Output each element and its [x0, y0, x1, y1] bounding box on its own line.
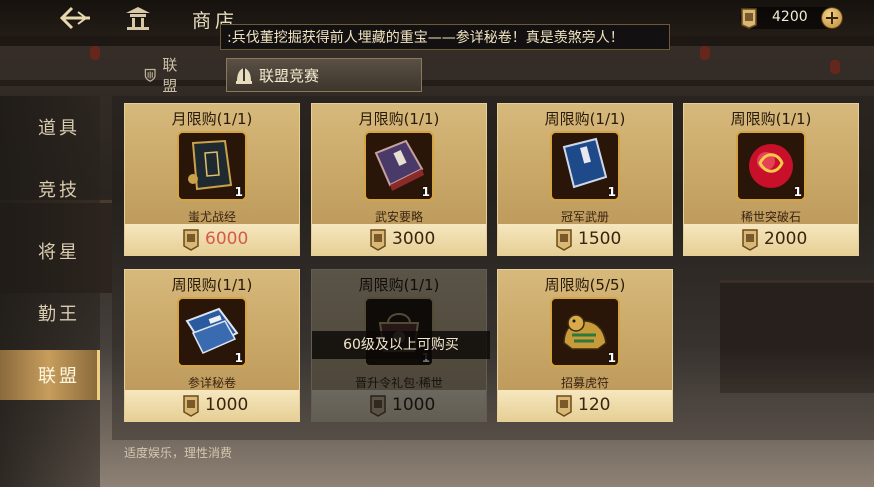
back-button[interactable] — [56, 4, 96, 32]
category-sidebar: 道具 竞技 将星 勤王 联盟 — [0, 96, 100, 487]
sidebar-item-label: 将星 — [38, 242, 80, 263]
currency-value: 4200 — [772, 9, 808, 25]
back-arrow-icon — [59, 6, 90, 30]
shop-item-card[interactable]: 月限购(1/1) 1 蚩尤战经 6000 — [124, 103, 300, 256]
item-price: 1000 — [205, 395, 249, 415]
league-token-icon — [738, 5, 760, 29]
sidebar-item-label: 竞技 — [38, 180, 80, 201]
marquee-text: :兵伐董挖掘获得前人埋藏的重宝——参详秘卷！真是羡煞旁人！ — [227, 30, 624, 46]
shop-pagoda-icon — [124, 5, 152, 31]
sidebar-item-arena[interactable]: 竞技 — [0, 164, 100, 214]
shop-item-card[interactable]: 周限购(1/1) 1 冠军武册 1500 — [497, 103, 673, 256]
league-shield-icon — [144, 68, 156, 82]
item-icon-wrapper: 1 — [364, 131, 434, 201]
price-bar: 1000 — [312, 390, 486, 421]
item-price: 1500 — [578, 229, 622, 249]
item-icon-wrapper: 1 — [550, 297, 620, 367]
contest-helmet-icon — [236, 68, 252, 84]
item-name: 晋升令礼包·稀世 — [355, 376, 443, 390]
price-bar: 3000 — [312, 224, 486, 255]
sidebar-item-label: 勤王 — [38, 304, 80, 325]
purchase-limit: 周限购(1/1) — [544, 110, 626, 128]
league-token-icon — [370, 229, 386, 251]
purchase-limit: 周限购(5/5) — [544, 276, 626, 294]
item-quantity: 1 — [607, 185, 616, 199]
tab-league-contest[interactable]: 联盟竞赛 — [226, 58, 422, 92]
sidebar-item-general-star[interactable]: 将星 — [0, 226, 100, 276]
item-price: 2000 — [764, 229, 808, 249]
league-token-icon — [556, 395, 572, 417]
purchase-limit: 周限购(1/1) — [358, 276, 440, 294]
item-icon-wrapper: 1 — [177, 131, 247, 201]
item-icon-wrapper: 1 — [177, 297, 247, 367]
item-price: 6000 — [205, 229, 249, 249]
league-token-icon — [183, 395, 199, 417]
price-bar: 1500 — [498, 224, 672, 255]
item-price: 3000 — [392, 229, 436, 249]
shop-item-card[interactable]: 月限购(1/1) 1 武安要略 3000 — [311, 103, 487, 256]
league-token-icon — [370, 395, 386, 417]
level-requirement-note: 60级及以上可购买 — [312, 331, 490, 359]
item-name: 冠军武册 — [560, 210, 609, 224]
shop-item-card[interactable]: 周限购(5/5) 1 招募虎符 120 — [497, 269, 673, 422]
add-currency-button[interactable] — [822, 8, 842, 28]
league-token-icon — [183, 229, 199, 251]
sidebar-item-league[interactable]: 联盟 — [0, 350, 100, 400]
item-price: 120 — [578, 395, 611, 415]
league-token-icon — [742, 229, 758, 251]
price-bar: 120 — [498, 390, 672, 421]
footer-notice: 适度娱乐，理性消费 — [124, 446, 233, 460]
item-quantity: 1 — [234, 351, 243, 365]
item-name: 参详秘卷 — [187, 376, 236, 390]
tab-league[interactable]: 联盟 — [144, 56, 183, 95]
shop-item-card[interactable]: 周限购(1/1) 1 稀世突破石 2000 — [683, 103, 859, 256]
sidebar-item-items[interactable]: 道具 — [0, 102, 100, 152]
item-quantity: 1 — [793, 185, 802, 199]
item-quantity: 1 — [607, 351, 616, 365]
purchase-limit: 月限购(1/1) — [358, 110, 440, 128]
item-quantity: 1 — [234, 185, 243, 199]
price-bar: 1000 — [125, 390, 299, 421]
league-token-icon — [556, 229, 572, 251]
item-name: 武安要略 — [374, 210, 423, 224]
purchase-limit: 周限购(1/1) — [730, 110, 812, 128]
price-bar: 2000 — [684, 224, 858, 255]
tab-league-contest-label: 联盟竞赛 — [259, 66, 320, 85]
item-icon-wrapper: 1 — [550, 131, 620, 201]
tab-league-label: 联盟 — [162, 56, 178, 95]
item-icon-wrapper: 1 — [736, 131, 806, 201]
purchase-limit: 周限购(1/1) — [171, 276, 253, 294]
purchase-limit: 月限购(1/1) — [171, 110, 253, 128]
price-bar: 6000 — [125, 224, 299, 255]
item-price: 1000 — [392, 395, 436, 415]
item-name: 蚩尤战经 — [187, 210, 236, 224]
sidebar-item-rescue-king[interactable]: 勤王 — [0, 288, 100, 338]
shop-item-card[interactable]: 周限购(1/1) 1 参详秘卷 1000 — [124, 269, 300, 422]
item-name: 招募虎符 — [560, 376, 609, 390]
sidebar-item-label: 联盟 — [38, 366, 80, 387]
broadcast-marquee: :兵伐董挖掘获得前人埋藏的重宝——参详秘卷！真是羡煞旁人！ — [220, 24, 670, 50]
sidebar-item-label: 道具 — [38, 118, 80, 139]
item-name: 稀世突破石 — [740, 210, 801, 224]
item-quantity: 1 — [421, 185, 430, 199]
